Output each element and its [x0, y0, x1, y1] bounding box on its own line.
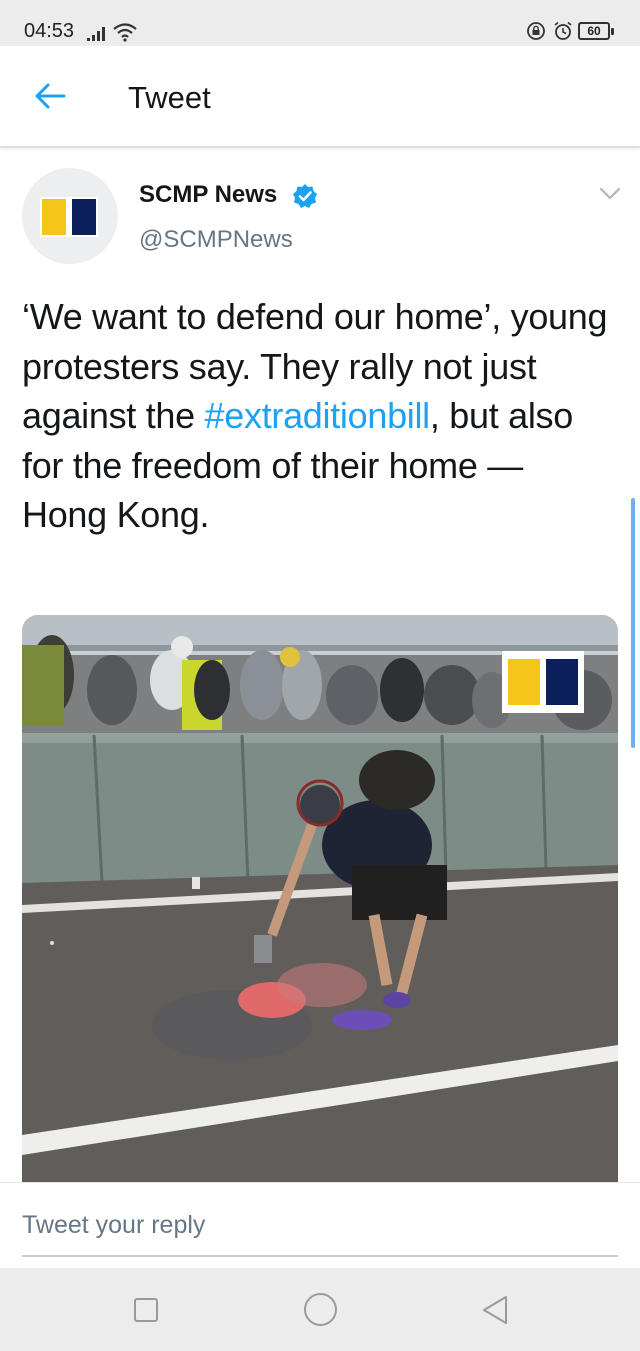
chevron-down-icon[interactable]	[598, 186, 622, 202]
author-handle[interactable]: @SCMPNews	[139, 226, 293, 254]
hashtag-link[interactable]: #extraditionbill	[205, 395, 431, 436]
scmp-logo-icon	[502, 651, 584, 713]
wifi-icon	[113, 23, 137, 42]
scroll-indicator[interactable]	[631, 498, 635, 748]
top-app-bar: Tweet	[0, 46, 640, 148]
reply-bar: Tweet your reply	[0, 1182, 640, 1268]
verified-badge-icon	[293, 184, 317, 208]
tweet-media-video[interactable]	[22, 615, 618, 1182]
rotation-lock-icon	[527, 22, 545, 40]
back-icon[interactable]	[480, 1294, 510, 1326]
tweet-text: ‘We want to defend our home’, young prot…	[22, 292, 612, 540]
battery-icon: 60	[578, 22, 614, 40]
status-time: 04:53	[24, 20, 75, 42]
avatar[interactable]	[22, 168, 118, 264]
scmp-logo-icon	[40, 197, 98, 237]
author-name[interactable]: SCMP News	[139, 181, 277, 209]
signal-icon	[87, 27, 105, 41]
arrow-left-icon[interactable]	[34, 82, 66, 110]
status-bar: 04:53 60	[0, 0, 640, 46]
home-icon[interactable]	[304, 1293, 337, 1326]
page-title: Tweet	[128, 80, 211, 115]
recent-apps-icon[interactable]	[134, 1298, 158, 1322]
reply-input[interactable]: Tweet your reply	[22, 1209, 618, 1257]
alarm-icon	[554, 21, 572, 40]
system-nav-bar	[0, 1268, 640, 1351]
